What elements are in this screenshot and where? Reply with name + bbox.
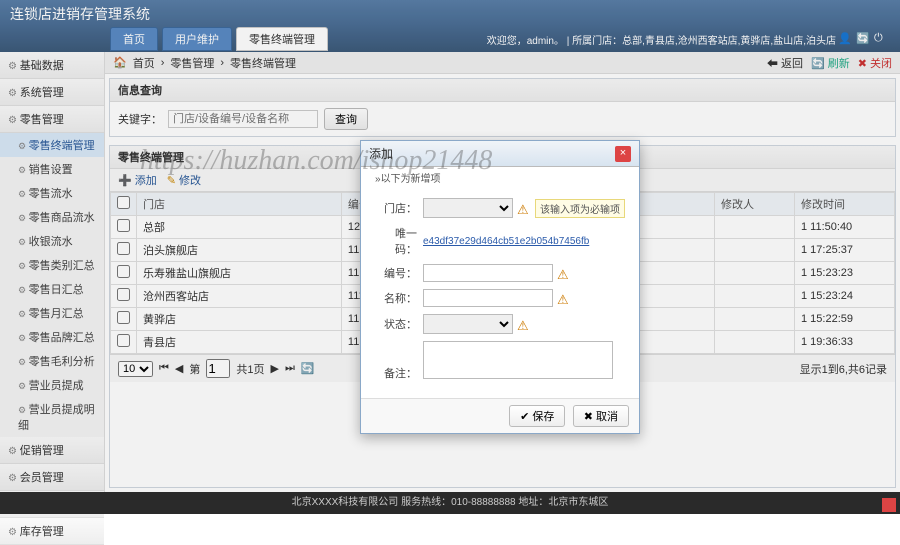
store-select[interactable] (423, 198, 513, 218)
name-label: 名称： (375, 290, 417, 306)
add-dialog: 添加 × »以下为新增项 门店： 该输入项为必输项 唯一码： e43df37e2… (360, 140, 640, 434)
required-hint: 该输入项为必输项 (535, 199, 625, 218)
code-label: 编号： (375, 265, 417, 281)
dialog-title: 添加 (369, 145, 393, 162)
warning-icon (517, 318, 531, 330)
unique-value[interactable]: e43df37e29d464cb51e2b054b7456fb (423, 236, 613, 247)
store-label: 门店： (375, 200, 417, 216)
warning-icon (517, 202, 531, 214)
remark-label: 备注： (375, 365, 417, 381)
close-icon[interactable]: × (615, 146, 631, 162)
dialog-sub-hint: »以下为新增项 (361, 167, 639, 188)
cancel-button[interactable]: ✖ 取消 (573, 405, 629, 427)
unique-label: 唯一码： (375, 225, 417, 257)
status-label: 状态： (375, 316, 417, 332)
code-input[interactable] (423, 264, 553, 282)
warning-icon (557, 267, 571, 279)
alert-flag-icon[interactable] (882, 498, 896, 512)
warning-icon (557, 292, 571, 304)
name-input[interactable] (423, 289, 553, 307)
remark-textarea[interactable] (423, 341, 613, 379)
save-button[interactable]: ✔ 保存 (509, 405, 565, 427)
status-select[interactable] (423, 314, 513, 334)
group-stock[interactable]: 库存管理 (0, 518, 104, 545)
footer: 北京XXXX科技有限公司 服务热线：010-88888888 地址：北京市东城区 (0, 492, 900, 514)
